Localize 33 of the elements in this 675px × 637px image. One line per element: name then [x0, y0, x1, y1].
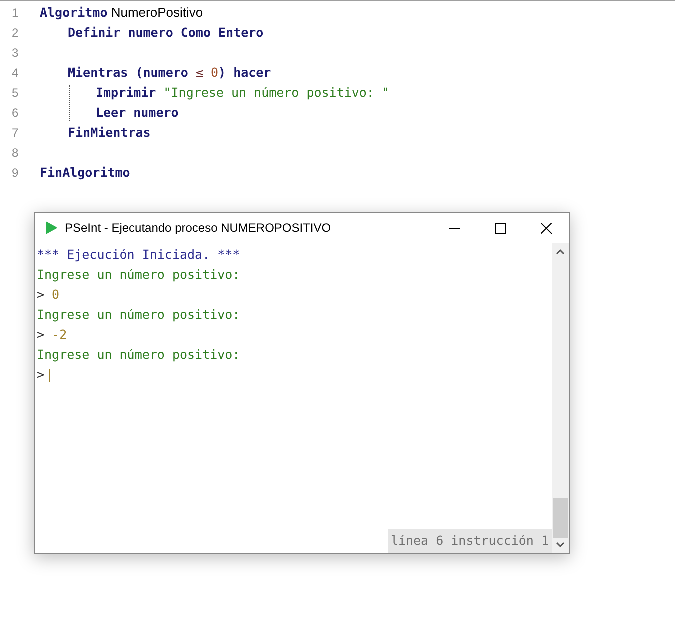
- close-icon[interactable]: [540, 222, 552, 234]
- line-number: 2: [11, 25, 20, 42]
- scroll-down-icon[interactable]: [556, 542, 565, 548]
- input-line: > 0: [37, 286, 60, 304]
- line-number: 1: [11, 5, 20, 22]
- code-line: FinMientras: [68, 124, 151, 142]
- status-label: línea 6 instrucción 1: [388, 529, 552, 553]
- line-number: 6: [11, 105, 20, 122]
- input-line: >: [37, 366, 45, 384]
- input-line: > -2: [37, 326, 68, 344]
- output-line: Ingrese un número positivo:: [37, 306, 240, 324]
- scroll-thumb[interactable]: [553, 498, 568, 538]
- line-number: 5: [11, 85, 20, 102]
- output-line: Ingrese un número positivo:: [37, 266, 240, 284]
- scrollbar[interactable]: [552, 243, 569, 553]
- code-line: Definir numero Como Entero: [68, 24, 264, 42]
- code-line: Algoritmo NumeroPositivo: [40, 4, 204, 22]
- code-line: Mientras (numero ≤ 0) hacer: [68, 64, 272, 82]
- scroll-up-icon[interactable]: [556, 249, 565, 255]
- line-number: 4: [11, 65, 20, 82]
- line-number: 7: [11, 125, 20, 142]
- play-icon: [44, 221, 58, 235]
- window-title: PSeInt - Ejecutando proceso NUMEROPOSITIVO: [65, 220, 332, 237]
- line-number: 3: [11, 45, 20, 62]
- indent-guide: [69, 85, 70, 121]
- status-message: *** Ejecución Iniciada. ***: [37, 246, 240, 264]
- output-line: Ingrese un número positivo:: [37, 346, 240, 364]
- code-line: FinAlgoritmo: [40, 164, 130, 182]
- maximize-icon[interactable]: [494, 222, 506, 234]
- code-line: Imprimir "Ingrese un número positivo: ": [96, 84, 390, 102]
- code-line: Leer numero: [96, 104, 179, 122]
- line-number: 9: [11, 165, 20, 182]
- line-number: 8: [11, 145, 20, 162]
